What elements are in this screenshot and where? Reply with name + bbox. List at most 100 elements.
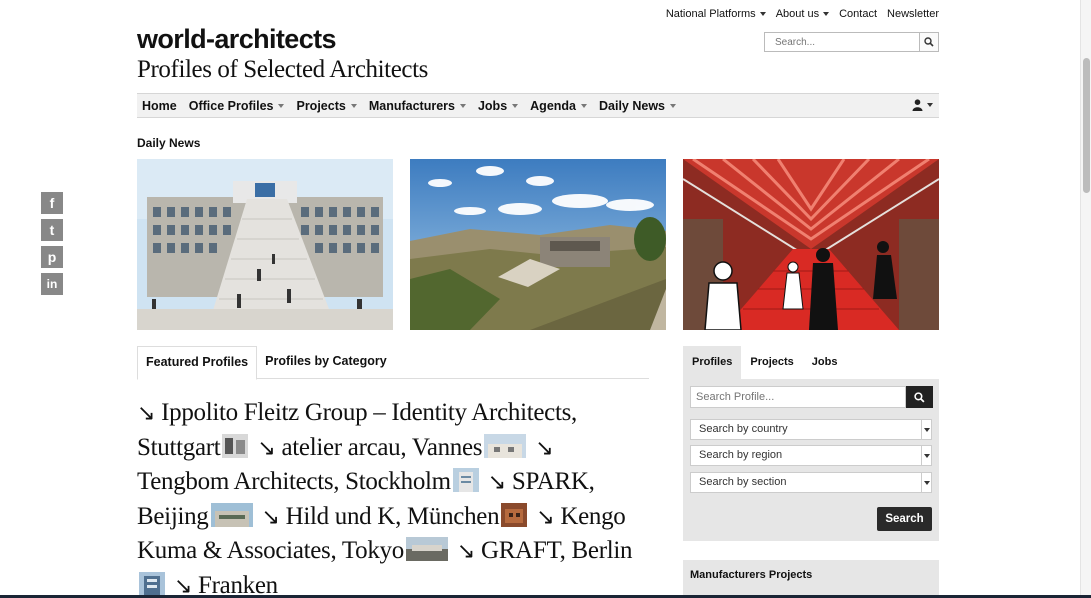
chevron-down-icon <box>512 103 519 108</box>
profile-thumbnail <box>139 571 165 596</box>
nav-projects-label: Projects <box>296 98 346 113</box>
profile-thumbnail <box>452 468 479 492</box>
search-submit-button[interactable]: Search <box>877 507 932 531</box>
linkedin-share-button[interactable]: in <box>41 273 63 295</box>
nav-office-profiles[interactable]: Office Profiles <box>189 99 285 113</box>
chevron-down-icon <box>759 12 766 17</box>
nav-agenda[interactable]: Agenda <box>530 99 587 113</box>
profile-thumbnail <box>405 537 448 561</box>
tab-projects[interactable]: Projects <box>741 346 802 379</box>
profile-search-input[interactable] <box>690 386 906 408</box>
nav-agenda-label: Agenda <box>530 98 576 113</box>
chevron-down-icon <box>581 103 587 108</box>
profile-thumbnail <box>210 502 253 527</box>
site-logo[interactable]: world-architects <box>137 24 337 55</box>
page: National Platforms About us Contact News… <box>137 0 939 598</box>
manufacturers-projects-title: Manufacturers Projects <box>690 569 813 581</box>
contact-link[interactable]: Contact <box>839 8 877 20</box>
twitter-share-button[interactable]: t <box>41 219 63 241</box>
pinterest-share-button[interactable]: p <box>41 246 63 268</box>
newsletter-link[interactable]: Newsletter <box>887 8 939 20</box>
tab-profiles-by-category[interactable]: Profiles by Category <box>257 346 395 379</box>
about-us-link[interactable]: About us <box>775 8 830 20</box>
profile-tabs: Featured Profiles Profiles by Category <box>137 346 649 380</box>
nav-home-label: Home <box>142 98 177 113</box>
search-input[interactable] <box>764 32 919 52</box>
linkedin-icon: in <box>46 277 58 291</box>
pinterest-icon: p <box>47 249 57 265</box>
search-widget: Profiles Projects Jobs Search by country… <box>683 346 939 541</box>
country-select-value: Search by country <box>699 423 788 435</box>
profile-search <box>690 386 933 408</box>
profile-search-button[interactable] <box>906 386 933 408</box>
tab-jobs[interactable]: Jobs <box>803 346 847 379</box>
news-image-stairs[interactable] <box>137 159 393 330</box>
region-select-value: Search by region <box>699 449 783 461</box>
profile-thumbnail <box>484 433 527 458</box>
nav-manufacturers[interactable]: Manufacturers <box>369 99 466 113</box>
arrow-icon: ↘ <box>535 435 554 461</box>
nav-daily-news[interactable]: Daily News <box>599 98 677 113</box>
profile-thumbnail <box>501 502 528 527</box>
arrow-icon: ↘ <box>536 504 555 530</box>
chevron-down-icon <box>823 12 830 17</box>
profile-thumbnail <box>222 433 249 458</box>
profile-link[interactable]: atelier arcau, Vannes <box>281 434 482 461</box>
chevron-down-icon <box>921 473 931 492</box>
section-title: Daily News <box>137 136 201 150</box>
top-links: National Platforms About us Contact News… <box>656 8 939 20</box>
nav-home[interactable]: Home <box>142 99 177 113</box>
chevron-down-icon <box>921 420 931 439</box>
news-image-corridor-graphic <box>683 159 939 330</box>
news-image-corridor[interactable] <box>683 159 939 330</box>
section-select-value: Search by section <box>699 476 787 488</box>
section-select[interactable]: Search by section <box>690 472 932 493</box>
search-icon <box>924 37 934 47</box>
nav-manufacturers-label: Manufacturers <box>368 98 455 113</box>
chevron-down-icon <box>921 446 931 465</box>
national-platforms-link[interactable]: National Platforms <box>666 8 766 20</box>
about-us-label: About us <box>775 8 820 20</box>
news-image-stairs-graphic <box>137 159 393 330</box>
nav-jobs[interactable]: Jobs <box>477 98 519 113</box>
main-nav: Home Office Profiles Projects Manufactur… <box>137 93 939 118</box>
chevron-down-icon <box>459 103 466 108</box>
region-select[interactable]: Search by region <box>690 445 932 466</box>
manufacturers-projects-box: Manufacturers Projects <box>683 560 939 598</box>
search-widget-tabs: Profiles Projects Jobs <box>683 346 939 379</box>
chevron-down-icon <box>670 103 677 108</box>
arrow-icon: ↘ <box>137 401 156 426</box>
featured-profiles-list: ↘ Ippolito Fleitz Group – Identity Archi… <box>137 396 637 598</box>
chevron-down-icon <box>927 103 933 107</box>
search-icon <box>914 391 925 403</box>
profile-link[interactable]: Tengbom Architects, Stockholm <box>137 468 451 495</box>
facebook-icon: f <box>49 195 55 211</box>
search-button[interactable] <box>919 32 939 52</box>
arrow-icon: ↘ <box>456 539 476 564</box>
facebook-share-button[interactable]: f <box>41 192 63 214</box>
arrow-icon: ↘ <box>257 435 276 461</box>
user-icon <box>912 99 923 111</box>
profile-link[interactable]: GRAFT, Berlin <box>481 537 633 564</box>
user-menu[interactable] <box>912 99 933 111</box>
nav-jobs-label: Jobs <box>477 98 508 113</box>
page-scrollbar[interactable] <box>1080 0 1091 598</box>
twitter-icon: t <box>49 222 55 238</box>
nav-office-profiles-label: Office Profiles <box>188 98 274 113</box>
site-tagline: Profiles of Selected Architects <box>137 56 428 83</box>
arrow-icon: ↘ <box>261 504 280 530</box>
nav-projects[interactable]: Projects <box>296 98 357 113</box>
tab-profiles[interactable]: Profiles <box>683 346 742 379</box>
scrollbar-thumb[interactable] <box>1083 58 1090 193</box>
news-image-landscape-graphic <box>410 159 666 330</box>
national-platforms-label: National Platforms <box>665 8 756 20</box>
nav-daily-news-label: Daily News <box>599 98 666 113</box>
chevron-down-icon <box>278 103 285 108</box>
profile-link[interactable]: Hild und K, München <box>286 503 500 530</box>
country-select[interactable]: Search by country <box>690 419 932 440</box>
top-search <box>764 32 939 52</box>
arrow-icon: ↘ <box>487 470 506 495</box>
news-image-landscape[interactable] <box>410 159 666 330</box>
chevron-down-icon <box>350 103 357 108</box>
tab-featured-profiles[interactable]: Featured Profiles <box>137 346 258 380</box>
